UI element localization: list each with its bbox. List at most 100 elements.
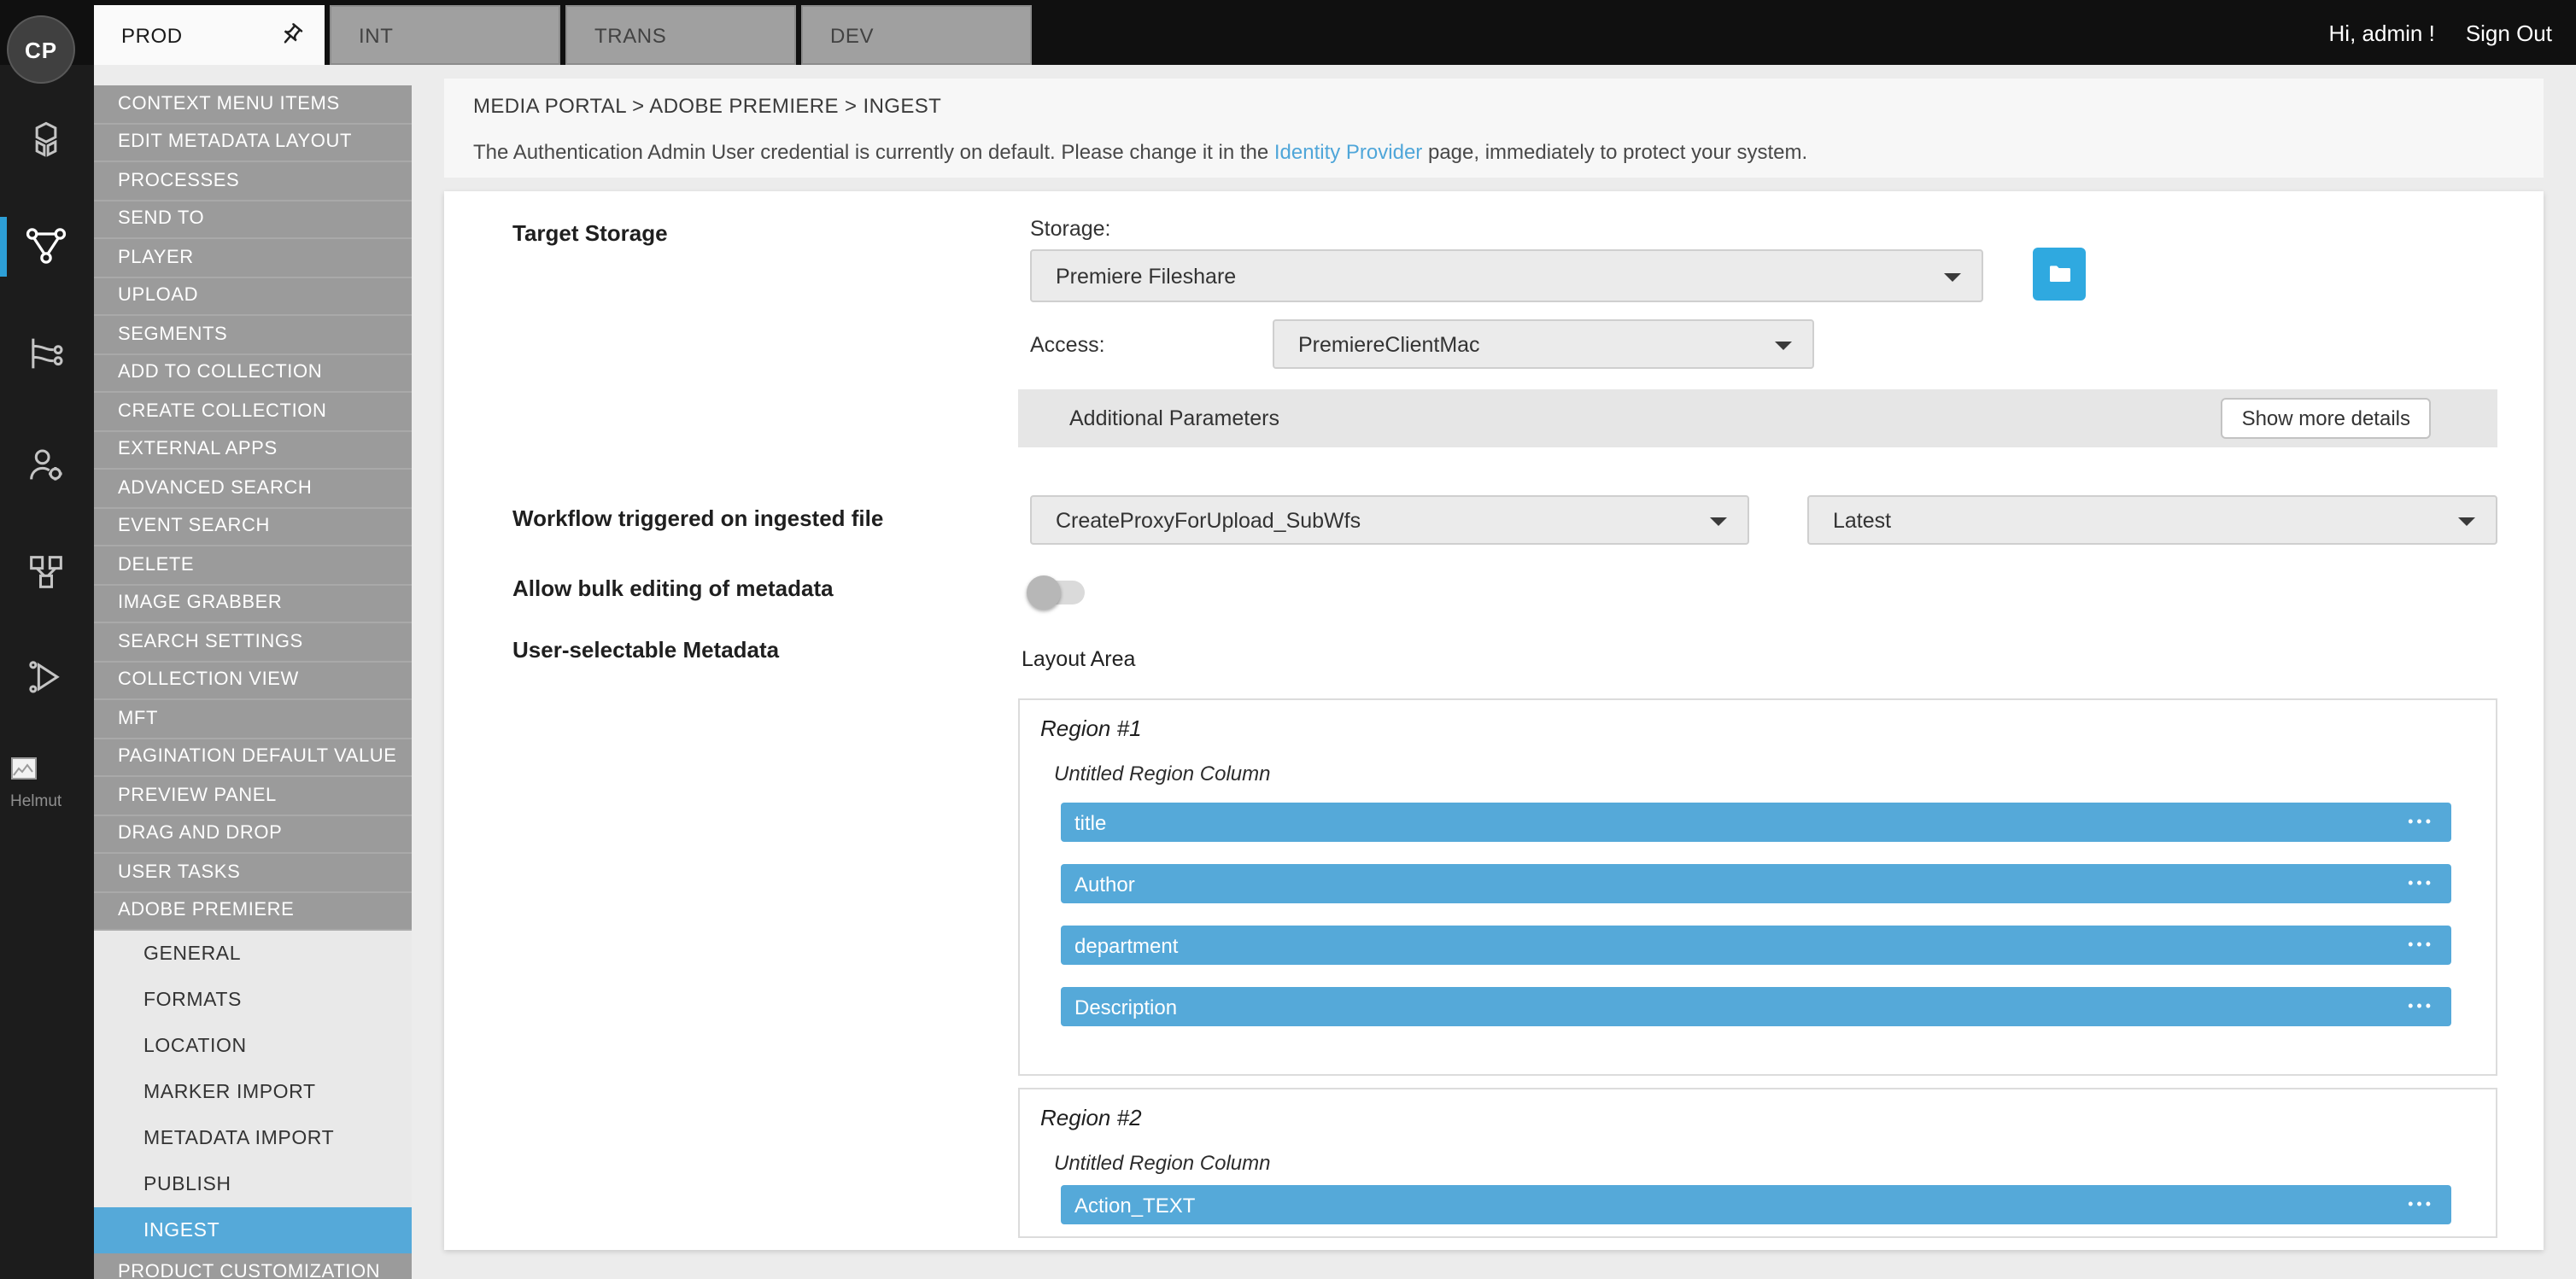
sidebar-item-upload[interactable]: UPLOAD — [94, 277, 412, 316]
warning-text-after: page, immediately to protect your system… — [1422, 140, 1807, 164]
workflow-version-select[interactable]: Latest — [1807, 495, 2497, 545]
bulk-editing-toggle[interactable] — [1027, 575, 1092, 610]
workflow-version-value: Latest — [1833, 508, 1891, 532]
pin-icon[interactable] — [278, 22, 304, 53]
sidebar-subitem-location[interactable]: LOCATION — [94, 1023, 412, 1069]
sidebar-item-search-settings[interactable]: SEARCH SETTINGS — [94, 623, 412, 662]
sidebar-item-delete[interactable]: DELETE — [94, 546, 412, 585]
ellipsis-icon[interactable]: ••• — [2408, 864, 2434, 903]
sidebar-item-adobe-premiere[interactable]: ADOBE PREMIERE — [94, 892, 412, 931]
metadata-field-label: Description — [1074, 995, 1177, 1019]
tab-prod-label: PROD — [121, 23, 183, 47]
top-bar: PROD INT TRANS DEV Hi, admin ! Sign Out — [0, 0, 2576, 65]
metadata-field-description[interactable]: Description ••• — [1061, 987, 2451, 1026]
tab-prod[interactable]: PROD — [94, 5, 325, 65]
sidebar-item-external-apps[interactable]: EXTERNAL APPS — [94, 431, 412, 470]
sidebar-subitem-marker-import[interactable]: MARKER IMPORT — [94, 1069, 412, 1115]
region-column-title: Untitled Region Column — [1054, 1151, 1270, 1175]
sidebar-item-pagination-default-value[interactable]: PAGINATION DEFAULT VALUE — [94, 739, 412, 777]
sidebar-item-add-to-collection[interactable]: ADD TO COLLECTION — [94, 354, 412, 393]
region-title: Region #1 — [1040, 715, 1142, 741]
sidebar-item-player[interactable]: PLAYER — [94, 239, 412, 277]
broken-image-icon — [10, 756, 38, 780]
sidebar-item-context-menu-items[interactable]: CONTEXT MENU ITEMS — [94, 85, 412, 124]
sidebar-item-drag-and-drop[interactable]: DRAG AND DROP — [94, 815, 412, 854]
access-field-label: Access: — [1030, 331, 1105, 359]
workflow-label: Workflow triggered on ingested file — [512, 505, 883, 533]
sidebar-item-processes[interactable]: PROCESSES — [94, 162, 412, 201]
metadata-field-title[interactable]: title ••• — [1061, 803, 2451, 842]
sidebar-subitem-publish[interactable]: PUBLISH — [94, 1161, 412, 1207]
tab-int-label: INT — [359, 23, 393, 47]
ellipsis-icon[interactable]: ••• — [2408, 926, 2434, 965]
sidebar-subitem-ingest[interactable]: INGEST — [94, 1207, 412, 1253]
sidebar-item-segments[interactable]: SEGMENTS — [94, 316, 412, 354]
branch-icon[interactable] — [19, 326, 73, 381]
ellipsis-icon[interactable]: ••• — [2408, 1185, 2434, 1224]
settings-sidebar: CONTEXT MENU ITEMS EDIT METADATA LAYOUT … — [94, 85, 412, 1279]
layout-region-1: Region #1 Untitled Region Column title •… — [1018, 698, 2497, 1076]
tab-dev-label: DEV — [830, 23, 874, 47]
workflow-select[interactable]: CreateProxyForUpload_SubWfs — [1030, 495, 1749, 545]
broken-image-alt-text: Helmut — [10, 792, 85, 811]
metadata-field-author[interactable]: Author ••• — [1061, 864, 2451, 903]
icon-rail: Helmut — [0, 65, 94, 1279]
chevron-down-icon — [2458, 517, 2475, 525]
toggle-knob — [1027, 575, 1061, 610]
sidebar-item-collection-view[interactable]: COLLECTION VIEW — [94, 662, 412, 700]
metadata-field-label: Action_TEXT — [1074, 1193, 1195, 1217]
metadata-field-department[interactable]: department ••• — [1061, 926, 2451, 965]
region-title: Region #2 — [1040, 1105, 1142, 1130]
user-gear-icon[interactable] — [19, 437, 73, 492]
user-greeting: Hi, admin ! — [2329, 20, 2435, 45]
tab-dev[interactable]: DEV — [801, 5, 1032, 65]
chevron-down-icon — [1775, 341, 1792, 349]
additional-parameters-bar: Additional Parameters Show more details — [1018, 389, 2497, 447]
sidebar-item-user-tasks[interactable]: USER TASKS — [94, 854, 412, 892]
tab-int[interactable]: INT — [330, 5, 560, 65]
show-more-details-button[interactable]: Show more details — [2222, 398, 2431, 439]
user-metadata-label: User-selectable Metadata — [512, 637, 779, 664]
sidebar-subitem-formats[interactable]: FORMATS — [94, 977, 412, 1023]
cluster-icon[interactable] — [19, 545, 73, 599]
identity-provider-link[interactable]: Identity Provider — [1274, 140, 1422, 164]
ellipsis-icon[interactable]: ••• — [2408, 803, 2434, 842]
sidebar-item-product-customization[interactable]: PRODUCT CUSTOMIZATION — [94, 1253, 412, 1279]
layout-area-label: Layout Area — [1022, 645, 1135, 673]
metadata-field-label: Author — [1074, 872, 1135, 896]
target-storage-label: Target Storage — [512, 220, 668, 248]
sidebar-item-preview-panel[interactable]: PREVIEW PANEL — [94, 777, 412, 815]
sidebar-item-send-to[interactable]: SEND TO — [94, 201, 412, 239]
breadcrumb-block: MEDIA PORTAL > ADOBE PREMIERE > INGEST T… — [444, 79, 2544, 178]
bulk-editing-label: Allow bulk editing of metadata — [512, 575, 834, 603]
sidebar-item-mft[interactable]: MFT — [94, 700, 412, 739]
chevron-down-icon — [1944, 272, 1961, 281]
chevron-down-icon — [1710, 517, 1727, 525]
sidebar-subitem-general[interactable]: GENERAL — [94, 931, 412, 977]
browse-folder-button[interactable] — [2033, 248, 2086, 301]
topbar-user-area: Hi, admin ! Sign Out — [2329, 0, 2552, 65]
sidebar-subitem-metadata-import[interactable]: METADATA IMPORT — [94, 1115, 412, 1161]
environment-tabs: PROD INT TRANS DEV — [94, 5, 1032, 65]
cubes-icon[interactable] — [19, 113, 73, 167]
tab-trans[interactable]: TRANS — [565, 5, 796, 65]
storage-select[interactable]: Premiere Fileshare — [1030, 249, 1983, 302]
metadata-field-label: title — [1074, 810, 1106, 834]
storage-field-label: Storage: — [1030, 215, 1111, 242]
sidebar-item-event-search[interactable]: EVENT SEARCH — [94, 508, 412, 546]
ingest-settings-panel: Target Storage Storage: Premiere Filesha… — [444, 191, 2544, 1250]
credential-warning: The Authentication Admin User credential… — [473, 140, 1807, 164]
ellipsis-icon[interactable]: ••• — [2408, 987, 2434, 1026]
node-graph-icon[interactable] — [19, 219, 73, 273]
access-select[interactable]: PremiereClientMac — [1273, 319, 1814, 369]
sidebar-item-edit-metadata-layout[interactable]: EDIT METADATA LAYOUT — [94, 124, 412, 162]
breadcrumb: MEDIA PORTAL > ADOBE PREMIERE > INGEST — [473, 94, 941, 118]
avatar[interactable]: CP — [7, 15, 75, 84]
metadata-field-action-text[interactable]: Action_TEXT ••• — [1061, 1185, 2451, 1224]
sign-out-link[interactable]: Sign Out — [2466, 20, 2552, 45]
play-graph-icon[interactable] — [19, 651, 73, 705]
warning-text-before: The Authentication Admin User credential… — [473, 140, 1274, 164]
sidebar-item-image-grabber[interactable]: IMAGE GRABBER — [94, 585, 412, 623]
sidebar-item-advanced-search[interactable]: ADVANCED SEARCH — [94, 470, 412, 508]
sidebar-item-create-collection[interactable]: CREATE COLLECTION — [94, 393, 412, 431]
